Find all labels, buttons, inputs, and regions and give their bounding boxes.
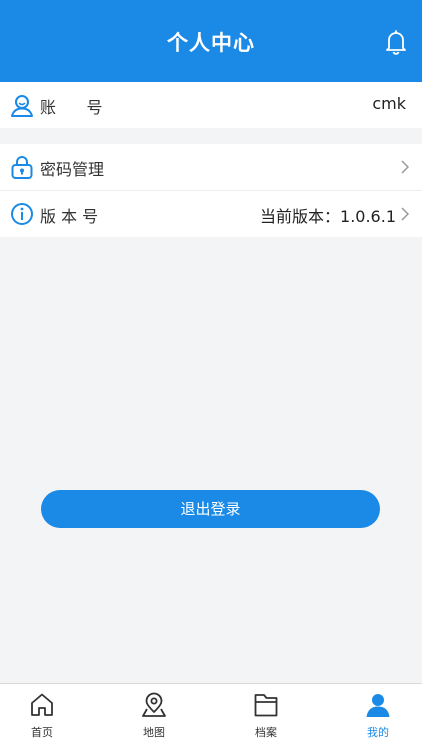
tab-archive[interactable]: 档案 [236, 690, 296, 740]
password-management-row[interactable]: 密码管理 [0, 144, 422, 190]
tab-map-label: 地图 [143, 726, 165, 739]
tab-map[interactable]: 地图 [124, 690, 184, 740]
page-title: 个人中心 [167, 31, 255, 55]
account-label: 账 号 [40, 98, 103, 117]
version-value: 当前版本：1.0.6.1 [260, 207, 396, 226]
password-label: 密码管理 [40, 160, 105, 179]
info-icon [11, 203, 33, 225]
version-label: 版 本 号 [40, 207, 99, 226]
lock-icon [11, 156, 33, 179]
tab-home[interactable]: 首页 [12, 690, 72, 740]
user-icon [11, 95, 33, 117]
folder-icon [254, 694, 278, 717]
chevron-right-icon [401, 207, 409, 221]
tab-home-label: 首页 [31, 726, 53, 739]
logout-button[interactable]: 退出登录 [41, 490, 380, 528]
tab-archive-label: 档案 [255, 726, 277, 739]
bell-icon[interactable] [383, 29, 409, 55]
map-pin-icon [142, 692, 166, 717]
home-icon [31, 693, 53, 716]
person-icon [366, 694, 390, 717]
bottom-tab-bar: 首页 地图 档案 我的 [0, 683, 422, 751]
app-header: 个人中心 [0, 0, 422, 82]
tab-mine-label: 我的 [367, 726, 389, 739]
account-value: cmk [372, 94, 406, 113]
tab-mine[interactable]: 我的 [348, 690, 408, 740]
chevron-right-icon [401, 160, 409, 174]
version-row[interactable]: 版 本 号 当前版本：1.0.6.1 [0, 191, 422, 237]
account-row: 账 号 cmk [0, 82, 422, 128]
